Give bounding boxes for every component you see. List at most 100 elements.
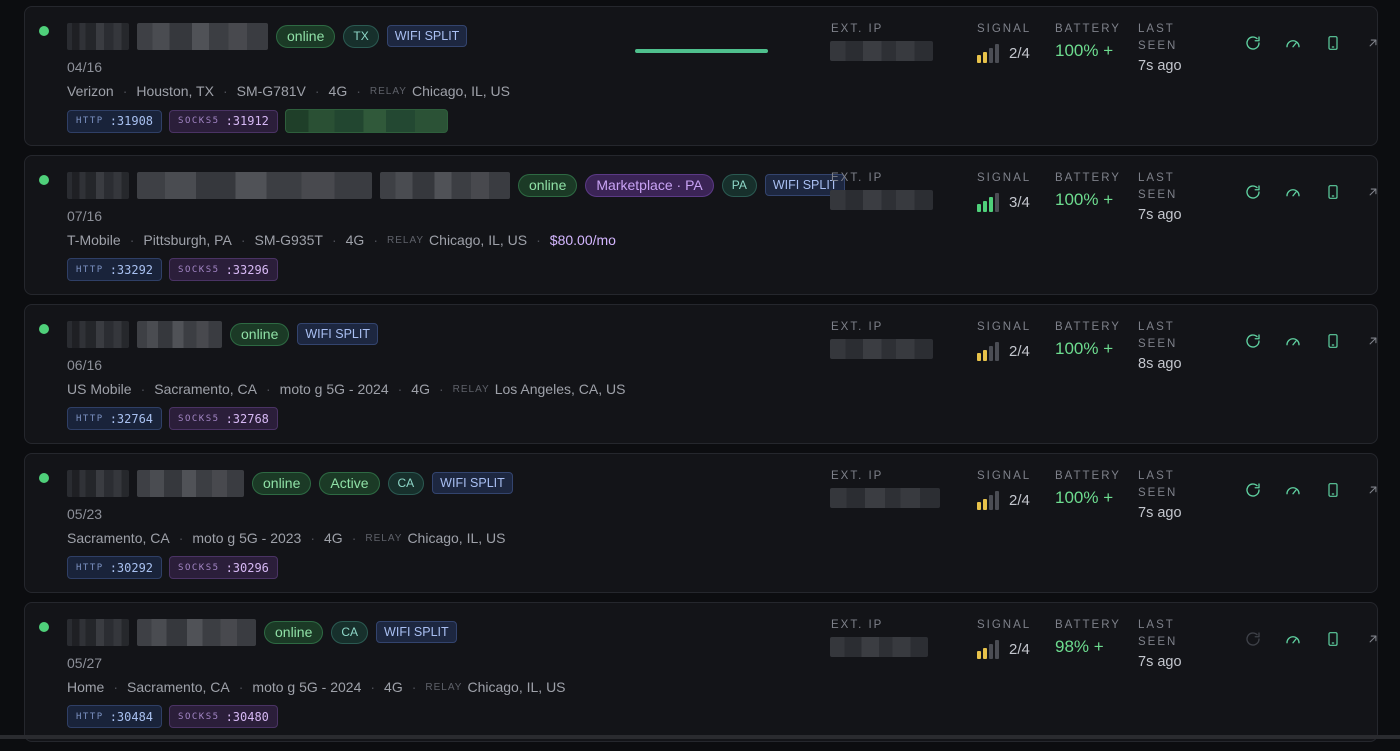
- refresh-icon[interactable]: [1233, 627, 1273, 651]
- device-actions: [1233, 31, 1393, 55]
- speed-gauge-icon[interactable]: [1273, 627, 1313, 651]
- open-external-icon[interactable]: [1353, 478, 1393, 502]
- relay-location: Chicago, IL, US: [467, 679, 566, 695]
- socks-port-chip[interactable]: SOCKS5:32768: [169, 407, 278, 430]
- last-seen-label: LAST SEEN: [1138, 470, 1178, 499]
- online-badge: online: [276, 24, 336, 48]
- open-external-icon[interactable]: [1353, 627, 1393, 651]
- http-port-chip[interactable]: HTTP:30292: [67, 556, 163, 579]
- http-port-chip[interactable]: HTTP:33292: [67, 258, 163, 281]
- state-badge: PA: [721, 173, 757, 197]
- signal-bar: [977, 204, 981, 212]
- refresh-icon[interactable]: [1233, 180, 1273, 204]
- signal-indicator: 2/4: [977, 43, 1030, 63]
- http-port-chip[interactable]: HTTP:32764: [67, 407, 163, 430]
- signal-indicator: 2/4: [977, 341, 1030, 361]
- separator: ·: [238, 679, 244, 695]
- device-header: online CA WIFI SPLIT: [67, 618, 457, 646]
- signal-bars-icon: [977, 192, 999, 212]
- speed-gauge-icon[interactable]: [1273, 478, 1313, 502]
- device-actions: [1233, 329, 1393, 353]
- separator: ·: [122, 83, 128, 99]
- phone-icon[interactable]: [1313, 329, 1353, 353]
- redacted-credentials[interactable]: [284, 109, 448, 133]
- socks-port-chip[interactable]: SOCKS5:31912: [169, 109, 278, 133]
- device-meta: T-Mobile · Pittsburgh, PA · SM-G935T · 4G · RELA…: [67, 232, 616, 248]
- speed-gauge-icon[interactable]: [1273, 180, 1313, 204]
- signal-bar: [995, 44, 999, 63]
- phone-icon[interactable]: [1313, 478, 1353, 502]
- redacted-device-name: [67, 171, 129, 199]
- redacted-ext-ip: [830, 190, 933, 210]
- separator: ·: [356, 83, 361, 99]
- http-port-chip[interactable]: HTTP:30484: [67, 705, 163, 728]
- meta-field: Sacramento, CA: [154, 381, 257, 397]
- device-card[interactable]: online CA WIFI SPLIT 05/27 Home · Sacramento…: [24, 602, 1378, 742]
- bottom-scrollbar[interactable]: [0, 735, 1400, 739]
- device-date: 04/16: [67, 59, 103, 75]
- open-external-icon[interactable]: [1353, 180, 1393, 204]
- battery-label: BATTERY: [1055, 470, 1121, 482]
- meta-field: Sacramento, CA: [67, 530, 170, 546]
- open-external-icon[interactable]: [1353, 31, 1393, 55]
- http-port-chip[interactable]: HTTP:31908: [67, 109, 163, 133]
- battery-value: 98% +: [1055, 637, 1104, 656]
- device-card[interactable]: online TX WIFI SPLIT 04/16 Verizon · Houston…: [24, 6, 1378, 146]
- signal-bar: [983, 52, 987, 63]
- signal-bar: [977, 353, 981, 361]
- socks-port-chip[interactable]: SOCKS5:30480: [169, 705, 278, 728]
- separator: ·: [397, 381, 403, 397]
- battery-value: 100% +: [1055, 41, 1114, 60]
- relay-label: RELAY: [369, 85, 407, 97]
- phone-icon[interactable]: [1313, 180, 1353, 204]
- meta-field: Houston, TX: [136, 83, 214, 99]
- separator: ·: [310, 530, 316, 546]
- meta-field: 4G: [411, 381, 430, 397]
- meta-field: moto g 5G - 2024: [252, 679, 362, 695]
- redacted-ext-ip: [830, 637, 928, 657]
- open-external-icon[interactable]: [1353, 329, 1393, 353]
- signal-indicator: 2/4: [977, 639, 1030, 659]
- phone-icon[interactable]: [1313, 31, 1353, 55]
- last-seen-label: LAST SEEN: [1138, 23, 1178, 52]
- signal-bar: [989, 346, 993, 361]
- last-seen-value: 7s ago: [1138, 654, 1182, 670]
- status-dot: [39, 324, 49, 334]
- relay-label: RELAY: [452, 383, 490, 395]
- redacted-ext-ip: [830, 339, 933, 359]
- device-card[interactable]: online WIFI SPLIT 06/16 US Mobile · Sacrame…: [24, 304, 1378, 444]
- signal-bar: [977, 55, 981, 63]
- relay-label: RELAY: [425, 681, 463, 693]
- speed-gauge-icon[interactable]: [1273, 329, 1313, 353]
- phone-icon[interactable]: [1313, 627, 1353, 651]
- state-badge: TX: [343, 24, 379, 48]
- speed-gauge-icon[interactable]: [1273, 31, 1313, 55]
- status-dot: [39, 473, 49, 483]
- refresh-icon[interactable]: [1233, 478, 1273, 502]
- meta-field: US Mobile: [67, 381, 132, 397]
- online-badge: online: [252, 471, 312, 495]
- meta-field: 4G: [324, 530, 343, 546]
- refresh-icon[interactable]: [1233, 31, 1273, 55]
- refresh-icon[interactable]: [1233, 329, 1273, 353]
- device-card[interactable]: online Marketplace · PA PA WIFI SPLIT 07/16…: [24, 155, 1378, 295]
- signal-label: SIGNAL: [977, 619, 1032, 631]
- separator: ·: [373, 232, 378, 248]
- signal-bar: [989, 495, 993, 510]
- device-card[interactable]: online Active CA WIFI SPLIT 05/23 Sacrament…: [24, 453, 1378, 593]
- signal-label: SIGNAL: [977, 470, 1032, 482]
- meta-field: Home: [67, 679, 105, 695]
- redacted-device-name: [137, 320, 222, 348]
- online-badge: online: [230, 322, 290, 346]
- wifi-badge: WIFI SPLIT: [386, 25, 468, 47]
- meta-field: moto g 5G - 2023: [192, 530, 302, 546]
- separator: ·: [140, 381, 146, 397]
- socks-port-chip[interactable]: SOCKS5:33296: [169, 258, 278, 281]
- socks-port-chip[interactable]: SOCKS5:30296: [169, 556, 278, 579]
- separator: ·: [222, 83, 228, 99]
- progress-bar: [635, 49, 768, 53]
- separator: ·: [331, 232, 337, 248]
- last-seen-label: LAST SEEN: [1138, 172, 1178, 201]
- separator: ·: [536, 232, 541, 248]
- device-date: 05/27: [67, 655, 103, 671]
